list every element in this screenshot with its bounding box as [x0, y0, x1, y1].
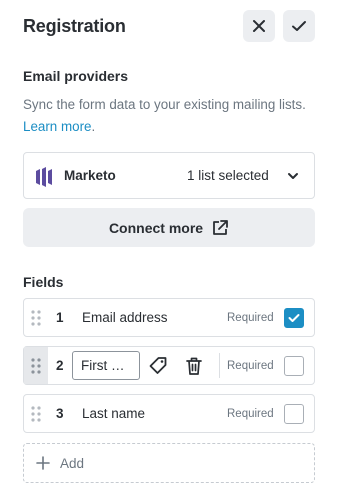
drag-handle[interactable] [24, 395, 48, 432]
required-label: Required [227, 360, 274, 372]
provider-list-selection: 1 list selected [187, 168, 269, 183]
marketo-logo-icon [36, 167, 52, 187]
add-field-label: Add [60, 455, 85, 471]
chevron-down-icon [288, 173, 298, 179]
fields-heading: Fields [23, 274, 64, 290]
provider-name: Marketo [64, 168, 116, 183]
confirm-button[interactable] [283, 10, 315, 42]
divider [219, 353, 220, 378]
drag-handle-icon [31, 309, 41, 326]
required-checkbox[interactable] [284, 308, 304, 328]
field-row-email: 1 Email address Required [23, 298, 315, 337]
field-label[interactable]: Email address [82, 310, 168, 325]
drag-handle-icon [31, 405, 41, 422]
tag-icon [149, 357, 167, 374]
required-label: Required [227, 408, 274, 420]
required-checkbox[interactable] [284, 356, 304, 376]
external-link-icon [213, 219, 228, 235]
field-row-first-name: 2 First name Required [23, 346, 315, 385]
required-label: Required [227, 312, 274, 324]
field-label[interactable]: Last name [82, 406, 145, 421]
close-button[interactable] [243, 10, 275, 42]
email-providers-heading: Email providers [23, 68, 129, 84]
plus-icon [36, 456, 50, 470]
connect-more-button[interactable]: Connect more [23, 208, 315, 247]
description-text: Sync the form data to your existing mail… [23, 97, 306, 112]
learn-more-link[interactable]: Learn more [23, 119, 91, 134]
tag-button[interactable] [147, 355, 169, 377]
drag-handle[interactable] [24, 299, 48, 336]
delete-button[interactable] [183, 355, 205, 377]
required-checkbox[interactable] [284, 404, 304, 424]
field-number: 3 [56, 406, 64, 421]
trash-icon [186, 357, 202, 375]
field-label-input[interactable]: First name [72, 351, 140, 380]
connect-more-label: Connect more [108, 219, 204, 236]
field-row-last-name: 3 Last name Required [23, 394, 315, 433]
checkmark-icon [288, 314, 300, 322]
add-field-button[interactable]: Add [23, 443, 315, 483]
email-providers-description: Sync the form data to your existing mail… [23, 97, 306, 134]
panel-title: Registration [23, 16, 126, 36]
close-icon [253, 20, 265, 32]
field-number: 1 [56, 310, 64, 325]
drag-handle-icon [31, 357, 41, 374]
checkmark-icon [292, 21, 306, 31]
panel-header: Registration [23, 10, 315, 42]
drag-handle[interactable] [24, 347, 48, 384]
provider-dropdown[interactable]: Marketo 1 list selected [23, 152, 315, 199]
field-number: 2 [56, 358, 64, 373]
